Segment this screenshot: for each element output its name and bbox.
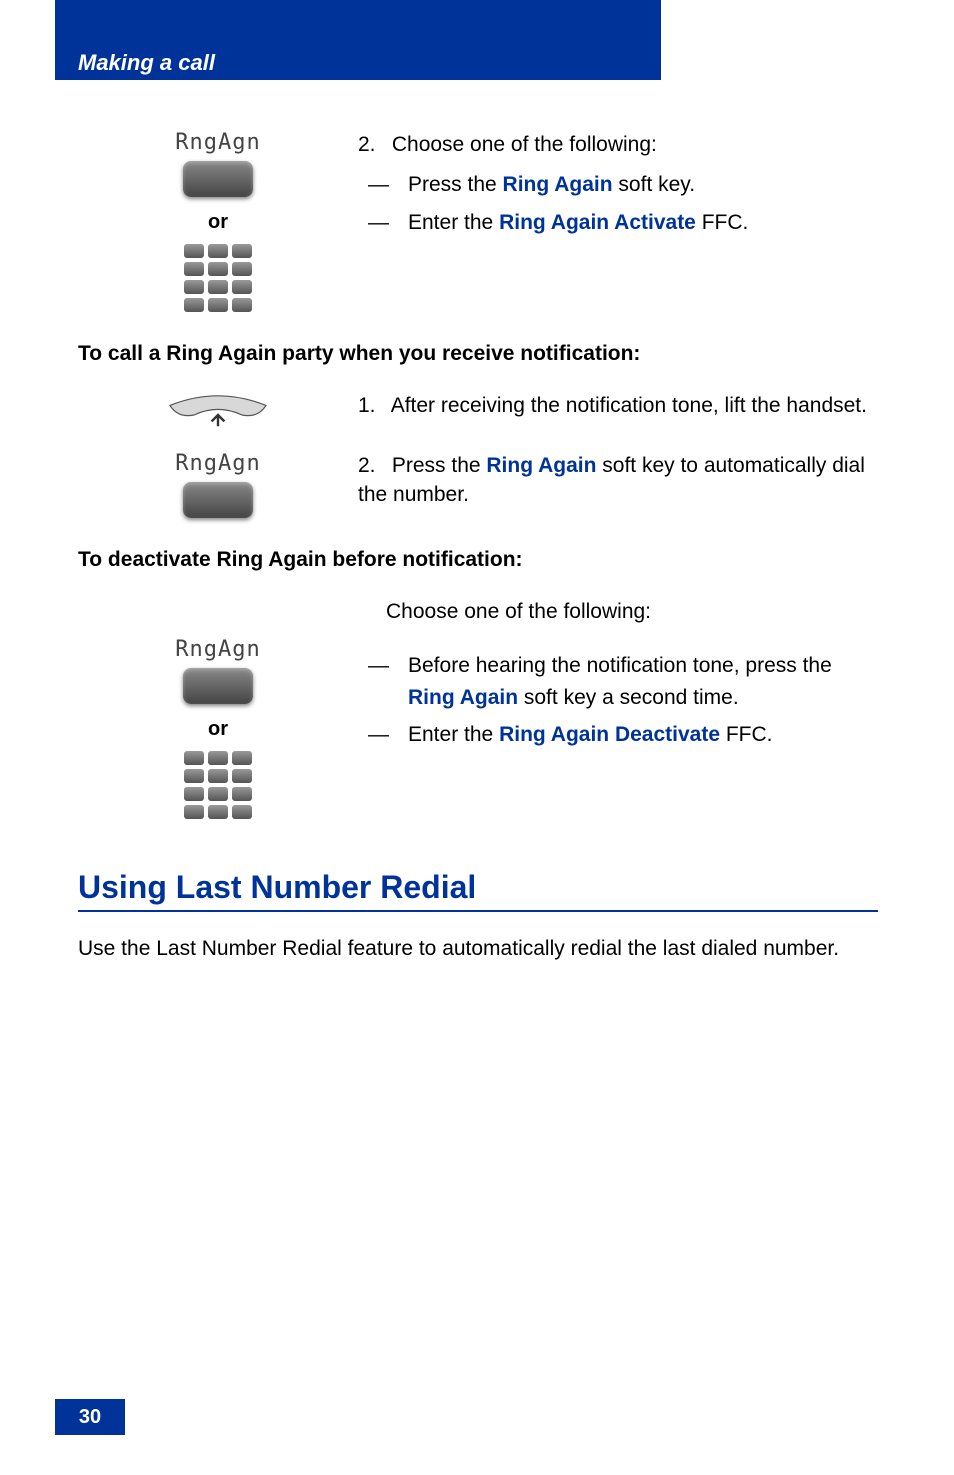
softkey-lcd-label: RngAgn	[175, 451, 260, 476]
icon-column: RngAgn or	[78, 130, 358, 312]
sub-list: — Before hearing the notification tone, …	[358, 650, 878, 751]
step-number: 1.	[358, 391, 386, 420]
feature-name: Ring Again Activate	[499, 211, 696, 234]
sub-list: — Press the Ring Again soft key. — Enter…	[358, 169, 878, 238]
list-item-text: Before hearing the notification tone, pr…	[408, 650, 878, 713]
or-label: or	[208, 211, 228, 234]
icon-column: RngAgn or	[78, 597, 358, 819]
list-item-text: Enter the Ring Again Deactivate FFC.	[408, 719, 773, 751]
icon-column	[78, 391, 358, 431]
dash-icon: —	[358, 207, 408, 239]
section-title: Using Last Number Redial	[78, 869, 878, 906]
step-row: RngAgn or Choose one of the following: —	[78, 597, 878, 819]
step-row: RngAgn or 2. Choose one of the following…	[78, 130, 878, 312]
step-row: 1. After receiving the notification tone…	[78, 391, 878, 431]
feature-name: Ring Again	[486, 454, 596, 477]
softkey-button-icon	[183, 668, 253, 704]
feature-name: Ring Again Deactivate	[499, 723, 720, 746]
text-column: Choose one of the following: — Before he…	[358, 597, 878, 757]
body-paragraph: Use the Last Number Redial feature to au…	[78, 934, 878, 963]
document-page: Making a call RngAgn or 2. Choose one of…	[0, 0, 954, 1475]
softkey-lcd-label: RngAgn	[175, 637, 260, 662]
step-text: 1. After receiving the notification tone…	[358, 391, 878, 420]
softkey-button-icon	[183, 482, 253, 518]
text-column: 1. After receiving the notification tone…	[358, 391, 878, 420]
text-column: 2. Press the Ring Again soft key to auto…	[358, 451, 878, 510]
intro-text: Choose one of the following:	[386, 597, 878, 626]
dash-icon: —	[358, 650, 408, 713]
softkey-lcd-label: RngAgn	[175, 130, 260, 155]
keypad-icon	[184, 244, 252, 312]
header-title: Making a call	[78, 50, 215, 76]
feature-name: Ring Again	[503, 173, 613, 196]
step-number: 2.	[358, 130, 386, 159]
dash-icon: —	[358, 719, 408, 751]
page-content: RngAgn or 2. Choose one of the following…	[78, 130, 878, 963]
or-label: or	[208, 718, 228, 741]
list-item: — Enter the Ring Again Activate FFC.	[358, 207, 878, 239]
keypad-icon	[184, 751, 252, 819]
page-number: 30	[55, 1399, 125, 1435]
step-text: 2. Press the Ring Again soft key to auto…	[358, 451, 878, 510]
step-body: Choose one of the following:	[392, 133, 657, 156]
feature-name: Ring Again	[408, 686, 518, 709]
section-heading: To call a Ring Again party when you rece…	[78, 342, 878, 366]
icon-column: RngAgn	[78, 451, 358, 518]
section-heading: To deactivate Ring Again before notifica…	[78, 548, 878, 572]
list-item-text: Enter the Ring Again Activate FFC.	[408, 207, 748, 239]
list-item-text: Press the Ring Again soft key.	[408, 169, 695, 201]
list-item: — Enter the Ring Again Deactivate FFC.	[358, 719, 878, 751]
step-number: 2.	[358, 451, 386, 480]
step-text: 2. Choose one of the following:	[358, 130, 878, 159]
handset-lift-icon	[148, 391, 288, 431]
dash-icon: —	[358, 169, 408, 201]
softkey-button-icon	[183, 161, 253, 197]
step-row: RngAgn 2. Press the Ring Again soft key …	[78, 451, 878, 518]
title-rule	[78, 910, 878, 912]
step-body: After receiving the notification tone, l…	[391, 394, 867, 417]
text-column: 2. Choose one of the following: — Press …	[358, 130, 878, 244]
step-body: Press the Ring Again soft key to automat…	[358, 454, 865, 506]
list-item: — Press the Ring Again soft key.	[358, 169, 878, 201]
list-item: — Before hearing the notification tone, …	[358, 650, 878, 713]
